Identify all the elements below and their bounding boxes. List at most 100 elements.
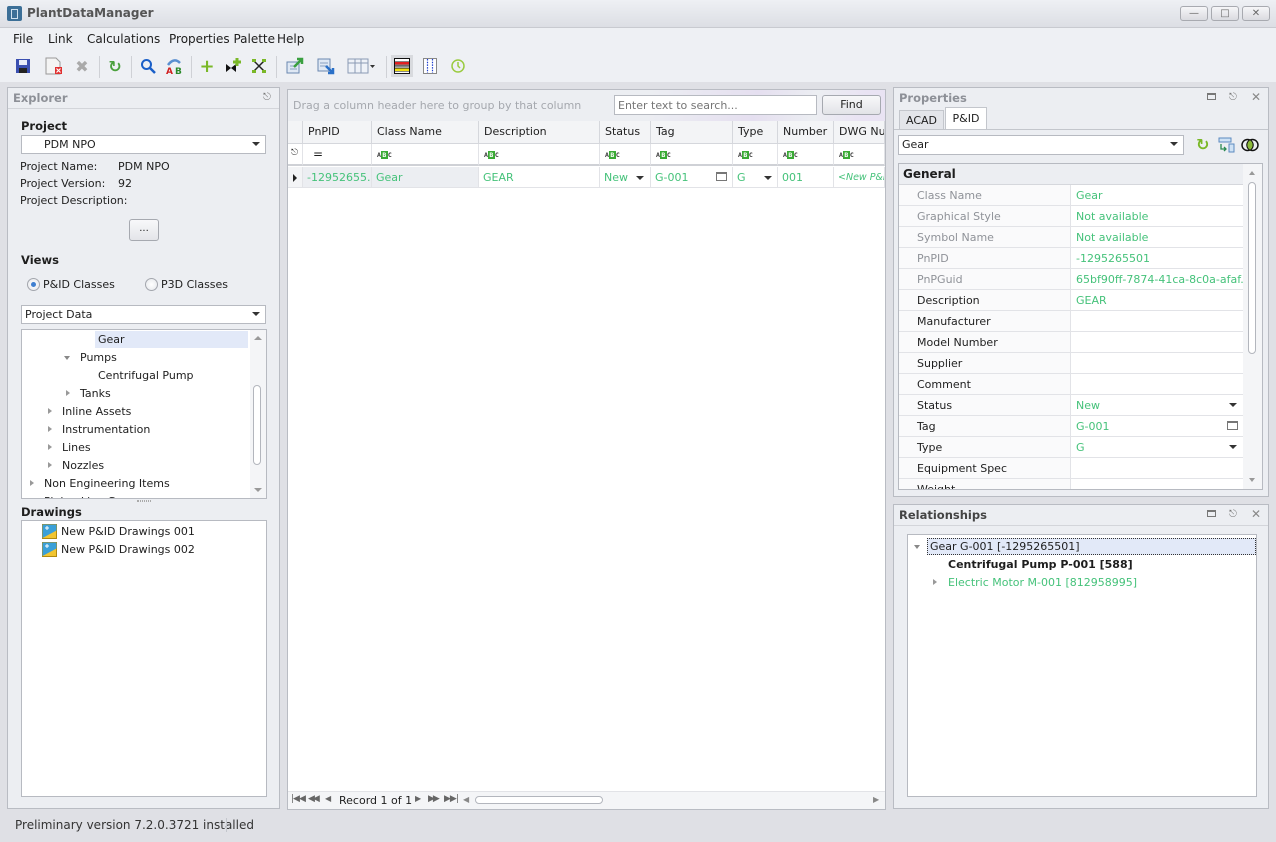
pid-classes-radio[interactable]	[27, 278, 40, 291]
relationship-item[interactable]: Electric Motor M-001 [812958995]	[948, 576, 1137, 589]
filter-cell-pnpid[interactable]: =	[303, 144, 372, 166]
horizontal-scroll-thumb[interactable]	[475, 796, 603, 804]
property-row[interactable]: PnPGuid 65bf90ff-7874-41ca-8c0a-afaf...	[899, 269, 1243, 290]
row-colors-button[interactable]	[391, 55, 413, 77]
property-row[interactable]: Tag G-001	[899, 416, 1243, 437]
dropdown-arrow-icon[interactable]	[1229, 445, 1237, 449]
previous-page-button[interactable]: ◀◀	[308, 794, 320, 804]
pid-classes-label[interactable]: P&ID Classes	[43, 278, 115, 291]
close-panel-icon[interactable]: ✕	[1251, 507, 1261, 521]
tree-item-gear[interactable]: Gear	[98, 333, 125, 346]
tree-scroll-thumb[interactable]	[253, 385, 261, 465]
collapsed-arrow-icon[interactable]	[30, 480, 34, 486]
save-button[interactable]	[13, 56, 33, 76]
property-row[interactable]: Comment	[899, 374, 1243, 395]
filter-cell-type[interactable]: ABC	[733, 144, 778, 166]
collapsed-arrow-icon[interactable]	[48, 426, 52, 432]
columns-button[interactable]	[420, 56, 440, 76]
property-row[interactable]: Class Name Gear	[899, 185, 1243, 206]
add-connection-button[interactable]	[223, 56, 243, 76]
refresh-properties-button[interactable]: ↻	[1196, 135, 1209, 154]
filter-cell-class-name[interactable]: ABC	[372, 144, 479, 166]
delete-document-button[interactable]	[44, 56, 64, 76]
property-value[interactable]	[1072, 374, 1243, 394]
group-panel[interactable]: Drag a column header here to group by th…	[288, 90, 885, 121]
property-row[interactable]: Symbol Name Not available	[899, 227, 1243, 248]
property-row[interactable]: Graphical Style Not available	[899, 206, 1243, 227]
cell-dwg-number[interactable]: <New P&ID	[834, 167, 885, 188]
pin-icon[interactable]: ⎋	[263, 92, 271, 103]
find-button[interactable]: Find	[822, 95, 881, 115]
tree-item-inline-assets[interactable]: Inline Assets	[62, 405, 131, 418]
tag-editor-icon[interactable]	[716, 172, 727, 181]
scroll-right-arrow-icon[interactable]: ▶	[873, 795, 879, 804]
column-header-class-name[interactable]: Class Name	[372, 121, 479, 144]
next-record-button[interactable]: ▶	[415, 794, 421, 803]
tree-item-nozzles[interactable]: Nozzles	[62, 459, 104, 472]
filter-cell-description[interactable]: ABC	[479, 144, 600, 166]
column-header-description[interactable]: Description	[479, 121, 600, 144]
property-row[interactable]: Supplier	[899, 353, 1243, 374]
property-row[interactable]: PnPID -1295265501	[899, 248, 1243, 269]
menu-properties-palette[interactable]: Properties Palette	[163, 30, 281, 48]
p3d-classes-label[interactable]: P3D Classes	[161, 278, 228, 291]
tree-item-piping-line-groups[interactable]: Piping Line Groups	[44, 495, 147, 498]
float-panel-icon[interactable]	[1207, 93, 1216, 100]
collapsed-arrow-icon[interactable]	[30, 498, 34, 499]
splitter-grip[interactable]	[137, 500, 151, 502]
cell-type[interactable]: G	[733, 167, 778, 188]
property-row[interactable]: Model Number	[899, 332, 1243, 353]
import-button[interactable]	[316, 56, 336, 76]
cell-class-name[interactable]: Gear	[372, 167, 479, 188]
scroll-down-arrow-icon[interactable]	[254, 488, 262, 492]
tree-item-lines[interactable]: Lines	[62, 441, 91, 454]
cell-pnpid[interactable]: -12952655...	[303, 167, 372, 188]
project-details-button[interactable]: ...	[129, 219, 159, 241]
filter-cell-number[interactable]: ABC	[778, 144, 834, 166]
relationship-root[interactable]: Gear G-001 [-1295265501]	[930, 540, 1080, 553]
filter-cell-dwg-number[interactable]: ABC	[834, 144, 885, 166]
expanded-arrow-icon[interactable]	[64, 356, 70, 360]
collapsed-arrow-icon[interactable]	[48, 408, 52, 414]
property-value[interactable]	[1072, 332, 1243, 352]
column-header-tag[interactable]: Tag	[651, 121, 733, 144]
compare-button[interactable]	[1241, 137, 1259, 156]
cancel-button[interactable]: ✖	[72, 56, 92, 76]
dropdown-arrow-icon[interactable]	[636, 176, 644, 180]
property-value[interactable]	[1072, 458, 1243, 478]
collapsed-arrow-icon[interactable]	[66, 390, 70, 396]
column-header-type[interactable]: Type	[733, 121, 778, 144]
previous-record-button[interactable]: ◀	[325, 794, 331, 803]
property-scrollbar[interactable]	[1243, 164, 1262, 489]
scroll-down-arrow-icon[interactable]	[1249, 478, 1255, 482]
first-record-button[interactable]: |◀◀	[291, 794, 306, 804]
property-row[interactable]: Equipment Spec	[899, 458, 1243, 479]
close-button[interactable]: ✕	[1242, 6, 1270, 21]
next-page-button[interactable]: ▶▶	[428, 794, 440, 804]
property-row[interactable]: Weight	[899, 479, 1243, 489]
collapsed-arrow-icon[interactable]	[48, 444, 52, 450]
property-row[interactable]: Type G	[899, 437, 1243, 458]
column-header-dwg-number[interactable]: DWG Num	[834, 121, 885, 144]
project-dropdown[interactable]: PDM NPO	[21, 135, 266, 154]
tree-scrollbar[interactable]	[250, 330, 266, 498]
history-button[interactable]	[448, 56, 468, 76]
add-button[interactable]: +	[197, 56, 217, 77]
tree-item-tanks[interactable]: Tanks	[80, 387, 111, 400]
pin-icon[interactable]: ⎋	[1229, 509, 1237, 520]
maximize-button[interactable]: □	[1211, 6, 1239, 21]
export-button[interactable]	[285, 56, 305, 76]
tree-item-pumps[interactable]: Pumps	[80, 351, 117, 364]
property-value[interactable]	[1072, 479, 1243, 489]
refresh-button[interactable]: ↻	[105, 56, 125, 76]
filter-cell-tag[interactable]: ABC	[651, 144, 733, 166]
grid-search-input[interactable]	[614, 95, 817, 115]
property-row[interactable]: Description GEAR	[899, 290, 1243, 311]
split-button[interactable]	[249, 56, 269, 76]
cell-tag[interactable]: G-001	[651, 167, 733, 188]
tab-acad[interactable]: ACAD	[899, 110, 944, 129]
menu-link[interactable]: Link	[42, 30, 79, 48]
scroll-left-arrow-icon[interactable]: ◀	[463, 795, 469, 804]
property-row[interactable]: Status New	[899, 395, 1243, 416]
dropdown-arrow-icon[interactable]	[1229, 403, 1237, 407]
